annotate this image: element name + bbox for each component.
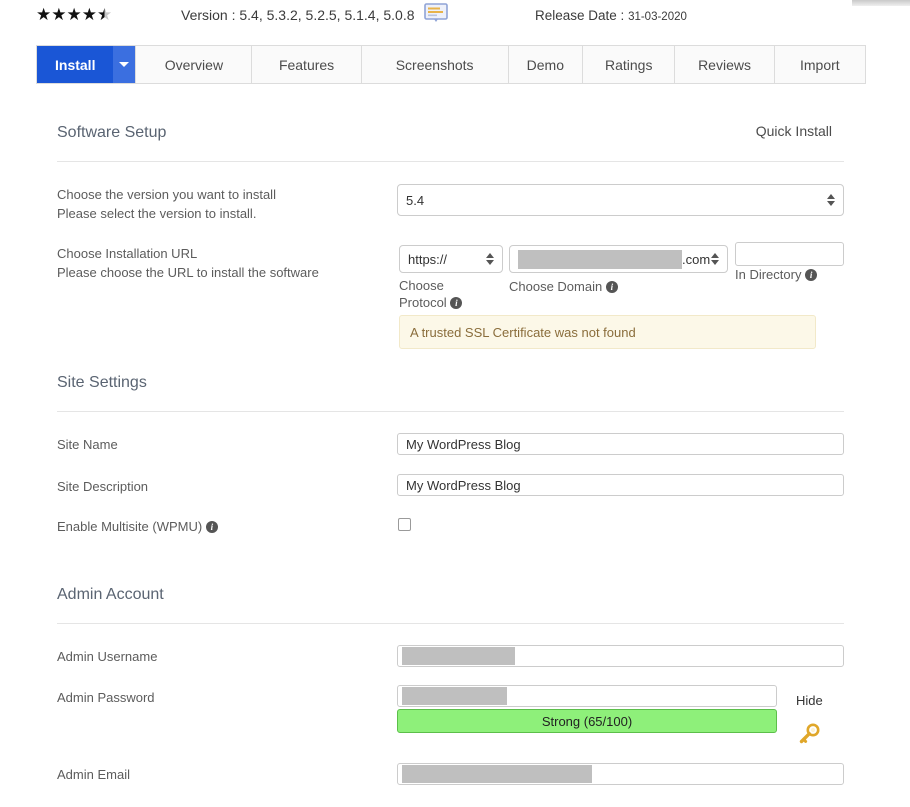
admin-email-input[interactable] [397, 763, 844, 785]
tab-import[interactable]: Import [774, 46, 865, 83]
admin-account-divider [57, 623, 844, 624]
version-label: Version : [181, 7, 240, 23]
admin-account-title: Admin Account [57, 586, 164, 603]
password-strength-bar: Strong (65/100) [397, 709, 777, 733]
software-setup-title: Software Setup [57, 124, 167, 141]
protocol-caption: Choose Protocol i [399, 277, 494, 311]
version-select[interactable]: 5.4 [397, 184, 844, 216]
url-field-label-sub: Please choose the URL to install the sof… [57, 265, 319, 280]
site-settings-divider [57, 411, 844, 412]
select-arrows-icon [827, 194, 835, 206]
version-field-label: Choose the version you want to install P… [57, 185, 276, 223]
tab-reviews-label: Reviews [698, 56, 751, 73]
tab-overview-label: Overview [164, 56, 224, 73]
domain-suffix: .com [682, 251, 711, 267]
rating-full-stars: ★★★★ [36, 5, 97, 24]
tab-bar: Install Overview Features Screenshots De… [36, 45, 866, 84]
admin-email-label: Admin Email [57, 767, 130, 782]
info-icon[interactable]: i [605, 281, 618, 293]
select-arrows-icon [486, 253, 494, 265]
url-field-label-main: Choose Installation URL [57, 246, 198, 261]
release-date: 31-03-2020 [628, 11, 687, 23]
domain-caption-text: Choose Domain [509, 279, 603, 294]
tab-install-label: Install [55, 56, 96, 73]
domain-redacted-value [518, 249, 682, 269]
version-values: 5.4, 5.3.2, 5.2.5, 5.1.4, 5.0.8 [239, 7, 415, 23]
domain-select[interactable]: .com [509, 245, 728, 273]
tab-features-label: Features [278, 56, 335, 73]
install-dropdown-caret[interactable] [113, 46, 137, 83]
directory-caption: In Directory i [735, 266, 818, 283]
tab-demo[interactable]: Demo [508, 46, 584, 83]
admin-password-label: Admin Password [57, 690, 155, 705]
ssl-warning-alert: A trusted SSL Certificate was not found [399, 315, 816, 349]
directory-input[interactable] [735, 242, 844, 266]
tab-overview[interactable]: Overview [136, 46, 253, 83]
version-select-value: 5.4 [406, 192, 425, 208]
tab-import-label: Import [799, 56, 840, 73]
admin-username-label: Admin Username [57, 649, 158, 664]
tab-ratings[interactable]: Ratings [583, 46, 676, 83]
version-info: Version : 5.4, 5.3.2, 5.2.5, 5.1.4, 5.0.… [181, 4, 415, 26]
site-settings-title: Site Settings [57, 374, 147, 391]
multisite-checkbox[interactable] [398, 518, 411, 531]
protocol-select[interactable]: https:// [399, 245, 503, 273]
url-field-label: Choose Installation URL Please choose th… [57, 244, 319, 282]
tab-ratings-label: Ratings [604, 56, 653, 73]
domain-caption: Choose Domain i [509, 278, 618, 295]
ssl-warning-text: A trusted SSL Certificate was not found [410, 324, 636, 340]
multisite-label: Enable Multisite (WPMU) i [57, 517, 218, 536]
release-info: Release Date : 31-03-2020 [535, 5, 687, 28]
changelog-icon[interactable] [424, 3, 448, 23]
admin-username-input[interactable] [397, 645, 844, 667]
header: ★★★★★ Version : 5.4, 5.3.2, 5.2.5, 5.1.4… [0, 0, 910, 34]
key-icon[interactable] [795, 722, 821, 748]
tab-screenshots[interactable]: Screenshots [361, 46, 509, 83]
version-field-label-main: Choose the version you want to install [57, 187, 276, 202]
username-redacted-value [402, 647, 515, 665]
rating-stars: ★★★★★ [36, 4, 112, 26]
info-icon[interactable]: i [450, 297, 463, 309]
password-strength-text: Strong (65/100) [541, 713, 633, 729]
site-name-label: Site Name [57, 437, 118, 452]
software-setup-divider [57, 161, 844, 162]
select-arrows-icon [711, 253, 719, 265]
info-icon[interactable]: i [805, 269, 818, 281]
site-name-input[interactable]: My WordPress Blog [397, 433, 844, 455]
release-label: Release Date : [535, 8, 629, 23]
protocol-select-value: https:// [408, 251, 448, 267]
site-description-label: Site Description [57, 479, 149, 494]
tab-demo-label: Demo [526, 56, 564, 73]
info-icon[interactable]: i [205, 521, 218, 533]
directory-caption-text: In Directory [735, 267, 802, 282]
quick-install-link[interactable]: Quick Install [756, 123, 832, 139]
protocol-caption-text: Choose Protocol [399, 278, 447, 310]
password-redacted-value [402, 687, 507, 705]
tab-features[interactable]: Features [252, 46, 362, 83]
admin-password-input[interactable] [397, 685, 777, 707]
rating-half-star-icon: ★ [96, 5, 113, 24]
chevron-down-icon [119, 62, 130, 67]
site-description-input[interactable]: My WordPress Blog [397, 474, 844, 496]
version-field-label-sub: Please select the version to install. [57, 206, 257, 221]
multisite-label-text: Enable Multisite (WPMU) [57, 519, 203, 534]
tab-screenshots-label: Screenshots [395, 56, 474, 73]
tab-reviews[interactable]: Reviews [675, 46, 775, 83]
tab-install[interactable]: Install [37, 46, 114, 83]
email-redacted-value [402, 765, 592, 783]
toggle-password-visibility[interactable]: Hide [796, 693, 823, 708]
installer-page: ★★★★★ Version : 5.4, 5.3.2, 5.2.5, 5.1.4… [0, 0, 910, 807]
